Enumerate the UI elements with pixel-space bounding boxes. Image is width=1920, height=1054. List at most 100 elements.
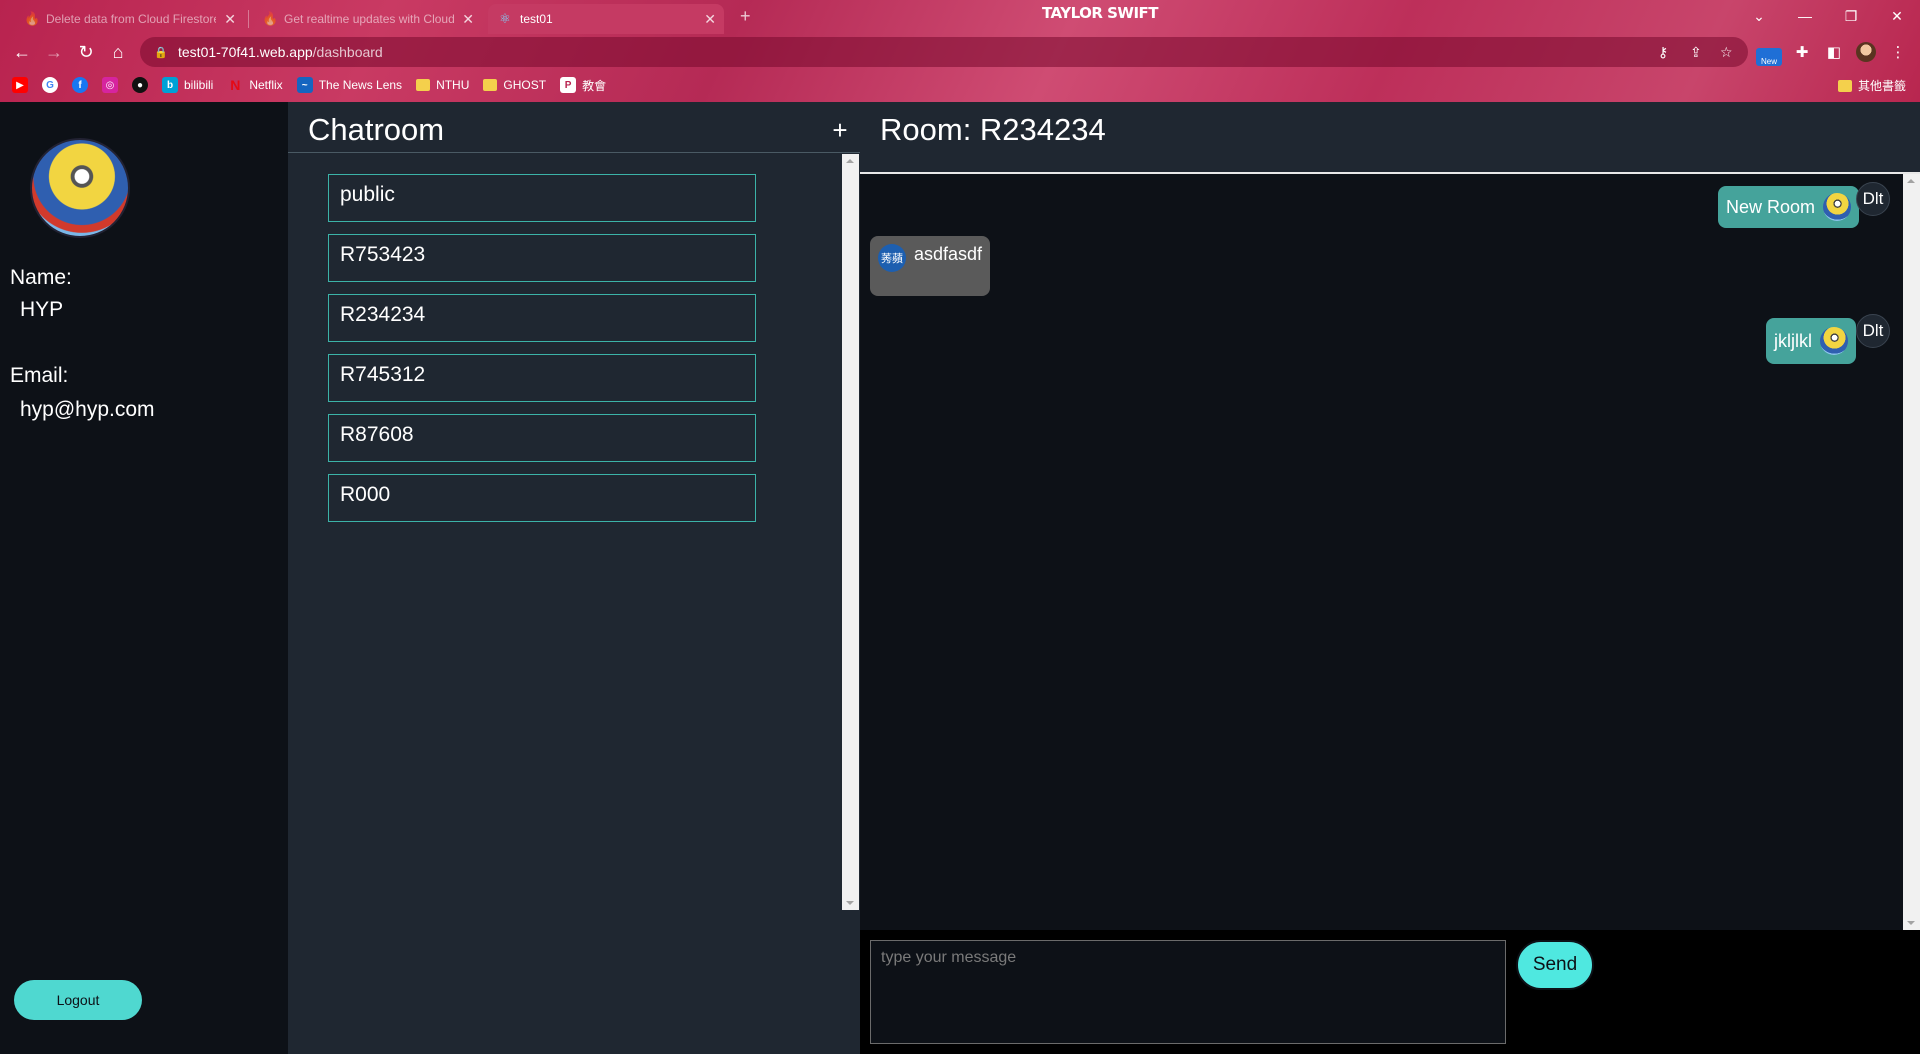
divider <box>288 152 860 153</box>
menu-icon[interactable]: ⋮ <box>1884 38 1912 66</box>
room-item[interactable]: R000 <box>328 474 756 522</box>
chat-panel: Room: R234234 New Room Dlt 莠蘋 asdfasdf j… <box>860 102 1920 1054</box>
bookmark-github[interactable]: ● <box>132 77 148 93</box>
address-bar[interactable]: 🔒 test01-70f41.web.app/dashboard <box>140 37 1748 67</box>
room-item[interactable]: R87608 <box>328 414 756 462</box>
instagram-icon: ◎ <box>102 77 118 93</box>
user-email: hyp@hyp.com <box>20 398 155 421</box>
react-icon: ⚛ <box>499 11 511 26</box>
bookmark-news-lens[interactable]: ~ The News Lens <box>296 77 402 93</box>
message-text: New Room <box>1726 196 1816 217</box>
bookmarks-bar: ▶ G f ◎ ● b bilibili N Netflix ~ The News L… <box>0 70 1920 100</box>
bookmark-facebook[interactable]: f <box>72 77 88 93</box>
scroll-up-arrow[interactable] <box>1907 179 1915 183</box>
sender-avatar <box>1823 193 1852 221</box>
delete-message-button[interactable]: Dlt <box>1856 314 1890 348</box>
tab-title: Delete data from Cloud Firestore <box>46 12 216 26</box>
bookmark-church[interactable]: P 教會 <box>560 77 606 94</box>
room-item[interactable]: R234234 <box>328 294 756 342</box>
forward-button[interactable]: → <box>40 38 68 66</box>
message-composer: Send <box>860 930 1920 1054</box>
other-bookmarks-label: 其他書籤 <box>1857 79 1906 93</box>
delete-message-button[interactable]: Dlt <box>1856 182 1890 216</box>
lock-icon: 🔒 <box>154 46 168 59</box>
minimize-button[interactable]: — <box>1782 4 1828 28</box>
room-item[interactable]: R745312 <box>328 354 756 402</box>
firebase-icon: 🔥 <box>24 11 41 26</box>
reload-button[interactable]: ↻ <box>72 38 100 66</box>
google-icon: G <box>42 77 58 93</box>
profile-button[interactable] <box>1852 38 1880 66</box>
tab-realtime-updates[interactable]: 🔥 Get realtime updates with Cloud Firest… <box>252 4 482 34</box>
name-label: Name: <box>10 266 72 289</box>
message-input[interactable] <box>870 940 1506 1044</box>
side-panel-icon[interactable]: ◧ <box>1820 38 1848 66</box>
bookmark-netflix[interactable]: N Netflix <box>227 77 282 93</box>
back-button[interactable]: ← <box>8 38 36 66</box>
scroll-down-arrow[interactable] <box>846 901 854 905</box>
bookmark-youtube[interactable]: ▶ <box>12 77 28 93</box>
bookmark-instagram[interactable]: ◎ <box>102 77 118 93</box>
key-icon[interactable]: ⚷ <box>1658 44 1668 61</box>
message-text: asdfasdf <box>914 244 983 264</box>
sender-avatar <box>1820 327 1848 355</box>
user-name: HYP <box>20 298 64 321</box>
message-text: jkljlkl <box>1774 330 1812 351</box>
firebase-icon: 🔥 <box>262 11 279 26</box>
other-bookmarks[interactable]: 其他書籤 <box>1837 77 1906 94</box>
url-host: test01-70f41.web.app <box>178 44 313 60</box>
room-title: Room: R234234 <box>880 112 1106 147</box>
share-icon[interactable]: ⇪ <box>1690 44 1702 61</box>
tab-separator <box>248 10 249 28</box>
bookmark-ghost[interactable]: GHOST <box>483 78 546 92</box>
bookmark-google[interactable]: G <box>42 77 58 93</box>
folder-icon <box>416 79 431 91</box>
rooms-title: Chatroom <box>308 112 445 147</box>
send-button[interactable]: Send <box>1516 940 1594 990</box>
message-bubble-other: 莠蘋 asdfasdf <box>870 236 990 296</box>
bookmark-label: bilibili <box>184 78 214 92</box>
bilibili-icon: b <box>162 77 178 93</box>
new-badge: New <box>1756 48 1782 66</box>
close-window-button[interactable]: ✕ <box>1874 4 1920 28</box>
scroll-down-arrow[interactable] <box>1907 921 1915 925</box>
chat-scrollbar[interactable] <box>1903 174 1920 930</box>
url-path: /dashboard <box>312 44 383 60</box>
facebook-icon: f <box>72 77 88 93</box>
folder-icon <box>1837 79 1852 92</box>
close-icon[interactable]: ✕ <box>704 12 716 26</box>
scroll-up-arrow[interactable] <box>846 159 854 163</box>
room-item[interactable]: R753423 <box>328 234 756 282</box>
extensions-icon[interactable]: ✚ <box>1788 38 1816 66</box>
new-tab-button[interactable]: + <box>740 6 751 27</box>
bookmark-label: GHOST <box>503 78 547 92</box>
message-list: New Room Dlt 莠蘋 asdfasdf jkljlkl Dlt <box>860 174 1903 930</box>
email-label: Email: <box>10 364 69 387</box>
bookmark-label: 教會 <box>582 78 607 93</box>
tab-test01[interactable]: ⚛ test01 ✕ <box>488 4 724 34</box>
rooms-scrollbar[interactable] <box>842 154 859 910</box>
close-icon[interactable]: ✕ <box>224 12 236 26</box>
home-button[interactable]: ⌂ <box>104 38 132 66</box>
tab-strip: 🔥 Delete data from Cloud Firestore ✕ 🔥 G… <box>0 0 1920 34</box>
tab-delete-data[interactable]: 🔥 Delete data from Cloud Firestore ✕ <box>14 4 244 34</box>
browser-chrome: 🔥 Delete data from Cloud Firestore ✕ 🔥 G… <box>0 0 1920 102</box>
restore-button[interactable]: ❐ <box>1828 4 1874 28</box>
youtube-icon: ▶ <box>12 77 28 93</box>
tab-search-button[interactable]: ⌄ <box>1736 4 1782 28</box>
profile-avatar <box>1856 42 1876 62</box>
folder-icon <box>483 79 498 91</box>
sender-avatar: 莠蘋 <box>878 244 906 272</box>
logout-button[interactable]: Logout <box>14 980 142 1020</box>
bookmark-nthu[interactable]: NTHU <box>416 78 469 92</box>
chat-header: Room: R234234 <box>860 102 1920 174</box>
netflix-icon: N <box>230 77 241 93</box>
news-lens-icon: ~ <box>296 77 313 93</box>
bookmark-bilibili[interactable]: b bilibili <box>162 77 213 93</box>
close-icon[interactable]: ✕ <box>462 12 474 26</box>
add-room-button[interactable]: + <box>828 116 852 144</box>
chat-app: Name: HYP Email: hyp@hyp.com Logout Chat… <box>0 102 1920 1054</box>
p-icon: P <box>560 77 577 93</box>
star-icon[interactable]: ☆ <box>1720 44 1733 61</box>
room-item[interactable]: public <box>328 174 756 222</box>
